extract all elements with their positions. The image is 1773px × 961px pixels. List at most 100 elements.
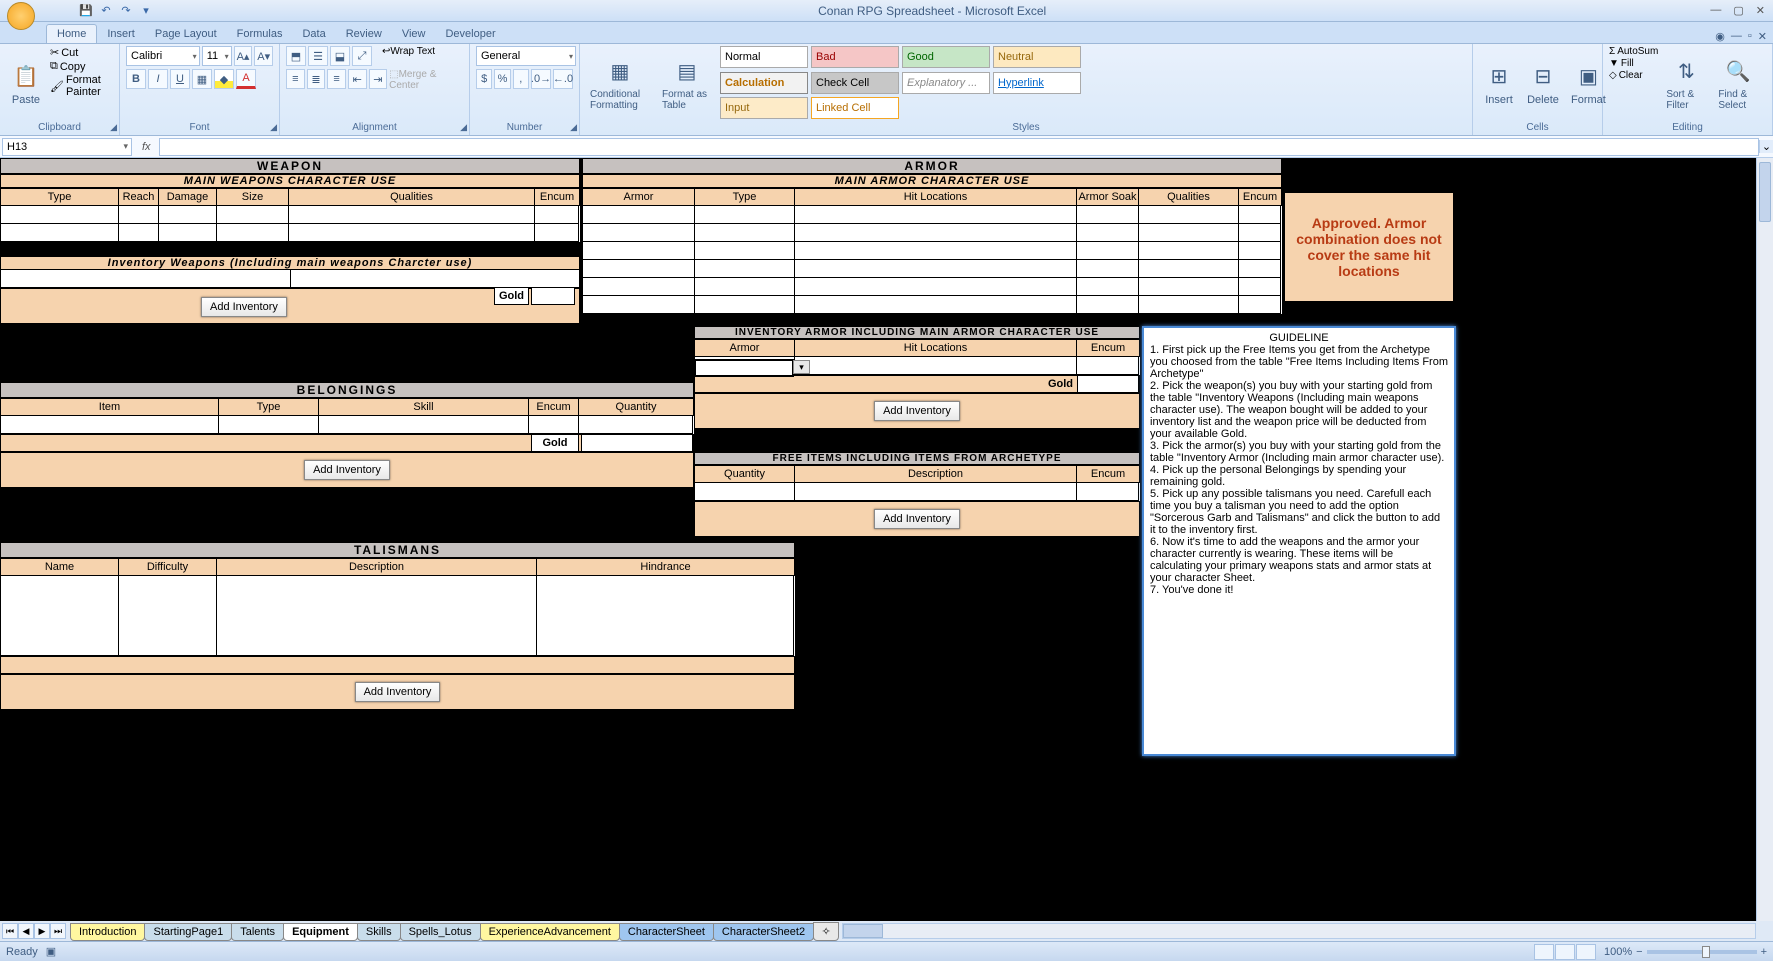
selected-cell[interactable]: ▾ [694,359,794,377]
shrink-font-button[interactable]: A▾ [254,46,273,66]
wrap-text-button[interactable]: ↩Wrap Text [382,46,435,66]
table-row[interactable] [582,296,1282,314]
font-color-button[interactable]: A [236,69,256,89]
cell-styles-gallery[interactable]: Normal Bad Good Neutral Calculation Chec… [720,46,1090,120]
clear-button[interactable]: ◇ Clear [1609,70,1658,81]
fill-color-button[interactable]: ◆ [214,69,234,89]
number-format-combo[interactable]: General [476,46,576,66]
new-sheet-button[interactable]: ✧ [813,922,839,941]
style-calculation[interactable]: Calculation [720,72,808,94]
redo-icon[interactable]: ↷ [118,3,134,19]
sheet-tab-startingpage1[interactable]: StartingPage1 [144,923,232,941]
tab-page-layout[interactable]: Page Layout [145,25,227,43]
italic-button[interactable]: I [148,69,168,89]
sort-filter-button[interactable]: ⇅Sort & Filter [1662,46,1710,120]
tab-developer[interactable]: Developer [435,25,505,43]
delete-cells-button[interactable]: ⊟Delete [1523,46,1563,120]
table-row[interactable] [582,242,1282,260]
merge-center-button[interactable]: ⬚Merge & Center [389,69,463,91]
add-inventory-button[interactable]: Add Inventory [355,682,441,702]
tab-next-button[interactable]: ▶ [34,923,50,939]
view-page-layout-button[interactable] [1555,944,1575,960]
align-bottom-button[interactable]: ⬓ [330,46,350,66]
fx-icon[interactable]: fx [134,141,159,153]
style-check-cell[interactable]: Check Cell [811,72,899,94]
sheet-tab-charactersheet2[interactable]: CharacterSheet2 [713,923,814,941]
style-explanatory[interactable]: Explanatory ... [902,72,990,94]
tab-formulas[interactable]: Formulas [227,25,293,43]
style-good[interactable]: Good [902,46,990,68]
sheet-tab-skills[interactable]: Skills [357,923,401,941]
formula-input[interactable] [159,138,1759,156]
autosum-button[interactable]: Σ AutoSum [1609,46,1658,57]
add-inventory-button[interactable]: Add Inventory [304,460,390,480]
table-row[interactable] [582,206,1282,224]
workbook-restore-icon[interactable]: ▫ [1748,30,1752,43]
zoom-out-button[interactable]: − [1636,946,1642,958]
tab-prev-button[interactable]: ◀ [18,923,34,939]
grow-font-button[interactable]: A▴ [234,46,253,66]
tab-view[interactable]: View [392,25,436,43]
name-box[interactable]: H13 [2,138,132,156]
style-normal[interactable]: Normal [720,46,808,68]
vertical-scrollbar[interactable] [1756,158,1773,921]
dialog-launcher-icon[interactable]: ◢ [270,122,277,133]
table-row[interactable] [694,483,1140,501]
style-neutral[interactable]: Neutral [993,46,1081,68]
workbook-close-icon[interactable]: ✕ [1758,30,1767,43]
ribbon-minimize-icon[interactable]: — [1731,30,1742,43]
style-input[interactable]: Input [720,97,808,119]
align-left-button[interactable]: ≡ [286,69,305,89]
table-row[interactable] [582,260,1282,278]
dialog-launcher-icon[interactable]: ◢ [460,122,467,133]
orientation-button[interactable]: ⤢ [352,46,372,66]
close-button[interactable]: ✕ [1756,4,1765,17]
sheet-tab-charactersheet[interactable]: CharacterSheet [619,923,714,941]
decrease-indent-button[interactable]: ⇤ [348,69,367,89]
sheet-tab-introduction[interactable]: Introduction [70,923,145,941]
underline-button[interactable]: U [170,69,190,89]
fill-button[interactable]: ▼ Fill [1609,58,1658,69]
undo-icon[interactable]: ↶ [98,3,114,19]
help-icon[interactable]: ◉ [1715,30,1725,43]
increase-decimal-button[interactable]: .0→ [531,69,551,89]
find-select-button[interactable]: 🔍Find & Select [1714,46,1762,120]
dialog-launcher-icon[interactable]: ◢ [570,122,577,133]
horizontal-scrollbar[interactable] [842,923,1756,939]
decrease-decimal-button[interactable]: ←.0 [553,69,573,89]
style-linked-cell[interactable]: Linked Cell [811,97,899,119]
save-icon[interactable]: 💾 [78,3,94,19]
qat-customize-icon[interactable]: ▾ [138,3,154,19]
gold-value-cell[interactable] [1077,375,1139,393]
tab-insert[interactable]: Insert [97,25,145,43]
formula-bar-expand-icon[interactable]: ⌄ [1759,140,1773,153]
add-inventory-button[interactable]: Add Inventory [874,401,960,421]
dropdown-icon[interactable]: ▾ [793,360,810,374]
dialog-launcher-icon[interactable]: ◢ [110,122,117,133]
copy-button[interactable]: ⧉ Copy [50,60,113,73]
worksheet-area[interactable]: WEAPON MAIN WEAPONS CHARACTER USE Type R… [0,158,1773,921]
paste-button[interactable]: 📋Paste [6,46,46,120]
tab-last-button[interactable]: ⏭ [50,923,66,939]
accounting-button[interactable]: $ [476,69,492,89]
table-row[interactable] [0,270,580,288]
sheet-tab-talents[interactable]: Talents [231,923,284,941]
tab-home[interactable]: Home [46,24,97,43]
insert-cells-button[interactable]: ⊞Insert [1479,46,1519,120]
border-button[interactable]: ▦ [192,69,212,89]
table-row[interactable] [0,206,580,224]
bold-button[interactable]: B [126,69,146,89]
zoom-slider[interactable] [1647,950,1757,954]
zoom-level[interactable]: 100% [1604,946,1632,958]
cut-button[interactable]: ✂ Cut [50,46,113,59]
minimize-button[interactable]: — [1710,4,1721,17]
zoom-in-button[interactable]: + [1761,946,1767,958]
macro-record-icon[interactable]: ▣ [46,945,56,958]
conditional-formatting-button[interactable]: ▦Conditional Formatting [586,46,654,120]
format-painter-button[interactable]: 🖌 Format Painter [50,74,113,98]
increase-indent-button[interactable]: ⇥ [369,69,388,89]
table-row[interactable] [0,576,795,656]
style-bad[interactable]: Bad [811,46,899,68]
table-row[interactable] [582,278,1282,296]
gold-value-cell[interactable] [531,287,575,305]
